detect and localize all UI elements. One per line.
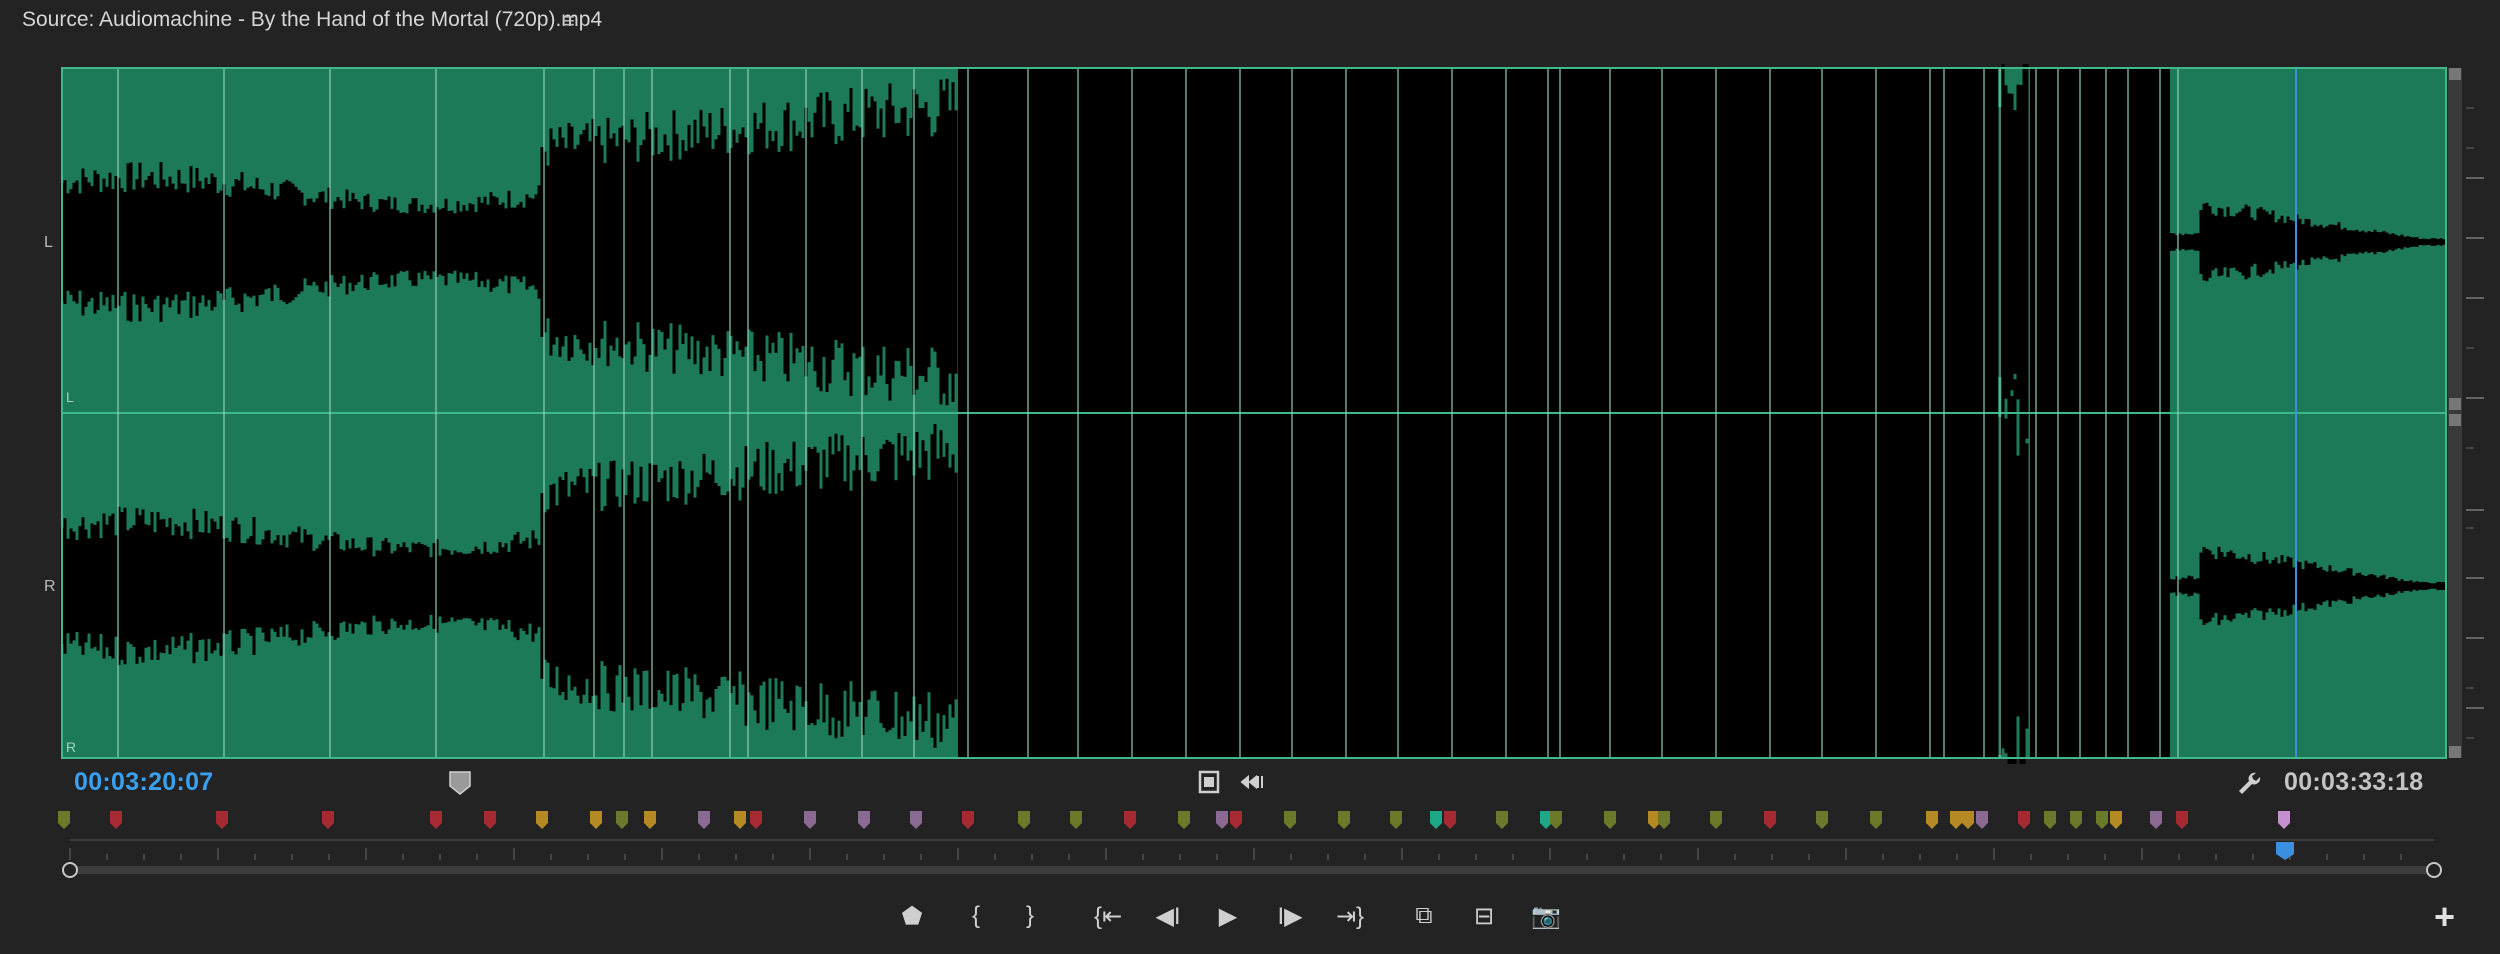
marker <box>698 811 710 829</box>
marker <box>2044 811 2056 829</box>
zoom-scrollbar-track <box>70 866 2434 874</box>
marker <box>1962 811 1974 829</box>
marker <box>2018 811 2030 829</box>
step-forward-button[interactable]: I▶ <box>1268 894 1312 938</box>
marker <box>910 811 922 829</box>
mark-in-button[interactable]: { <box>954 894 998 938</box>
marker <box>1430 811 1442 829</box>
marker <box>2150 811 2162 829</box>
audio-waveform-display[interactable]: L R LR <box>0 64 2500 764</box>
marker <box>616 811 628 829</box>
marker <box>2070 811 2082 829</box>
marker <box>2110 811 2122 829</box>
scrollbar-mid-handle-upper[interactable] <box>2449 398 2461 410</box>
overwrite-button[interactable]: ⊟ <box>1462 894 1506 938</box>
marker <box>1926 811 1938 829</box>
left-inner-label: L <box>66 389 74 405</box>
marker <box>750 811 762 829</box>
marker <box>1816 811 1828 829</box>
marker <box>1070 811 1082 829</box>
marker <box>2176 811 2188 829</box>
go-to-in-button[interactable]: {⇤ <box>1086 894 1130 938</box>
marker <box>1216 811 1228 829</box>
panel-header: Source: Audiomachine - By the Hand of th… <box>0 0 2500 44</box>
marker <box>322 811 334 829</box>
waveform-canvas[interactable]: LR <box>0 64 2500 764</box>
scrollbar-mid-handle-lower[interactable] <box>2449 414 2461 426</box>
marker <box>536 811 548 829</box>
marker <box>1018 811 1030 829</box>
marker <box>804 811 816 829</box>
current-timecode[interactable]: 00:03:20:07 <box>74 768 214 797</box>
marker <box>1870 811 1882 829</box>
drag-video-only-icon[interactable] <box>1198 770 1220 794</box>
add-marker-button[interactable]: ⬟ <box>890 894 934 938</box>
playhead-marker <box>2276 842 2294 860</box>
marker <box>590 811 602 829</box>
marker <box>1338 811 1350 829</box>
marker <box>644 811 656 829</box>
marker-strip[interactable] <box>0 805 2500 833</box>
scrollbar-bottom-handle[interactable] <box>2449 746 2461 758</box>
drag-audio-only-icon[interactable] <box>1240 774 1268 790</box>
marker <box>1658 811 1670 829</box>
duration-timecode: 00:03:33:18 <box>2284 768 2424 796</box>
marker <box>1444 811 1456 829</box>
marker <box>58 811 70 829</box>
wrench-icon[interactable] <box>2236 770 2262 796</box>
insert-button[interactable]: ⧉ <box>1402 894 1446 938</box>
panel-title: Source: Audiomachine - By the Hand of th… <box>22 8 603 31</box>
timecode-row: 00:03:20:07 00:03:33:18 <box>0 764 2500 798</box>
playhead-handle-icon[interactable] <box>448 770 472 796</box>
marker <box>1230 811 1242 829</box>
plus-icon[interactable]: + <box>2434 896 2455 938</box>
amplitude-ruler <box>2466 107 2484 739</box>
marker <box>1976 811 1988 829</box>
marker <box>1604 811 1616 829</box>
scrollbar-top-handle[interactable] <box>2449 68 2461 80</box>
mark-out-button[interactable]: } <box>1008 894 1052 938</box>
marker <box>1284 811 1296 829</box>
marker <box>430 811 442 829</box>
zoom-end-handle <box>2426 862 2442 878</box>
marker <box>858 811 870 829</box>
play-button[interactable]: ▶ <box>1206 894 1250 938</box>
marker <box>1178 811 1190 829</box>
go-to-out-button[interactable]: ⇥} <box>1328 894 1372 938</box>
time-ruler-scrubber[interactable] <box>0 838 2500 886</box>
step-back-button[interactable]: ◀I <box>1146 894 1190 938</box>
marker <box>1710 811 1722 829</box>
marker <box>1950 811 1962 829</box>
marker <box>1550 811 1562 829</box>
vertical-zoom-scrollbar[interactable] <box>2448 68 2462 758</box>
hamburger-menu-icon[interactable]: ≡ <box>562 8 575 34</box>
marker <box>1764 811 1776 829</box>
marker <box>484 811 496 829</box>
marker <box>110 811 122 829</box>
marker <box>962 811 974 829</box>
zoom-start-handle <box>62 862 78 878</box>
marker <box>1124 811 1136 829</box>
export-frame-button[interactable]: 📷 <box>1524 894 1568 938</box>
marker <box>1496 811 1508 829</box>
marker <box>734 811 746 829</box>
transport-controls: ⬟ {} {⇤ ◀I ▶ I▶ ⇥} ⧉ ⊟ 📷 <box>0 894 2500 940</box>
marker <box>2278 811 2290 829</box>
marker <box>216 811 228 829</box>
marker <box>2096 811 2108 829</box>
right-inner-label: R <box>66 739 76 755</box>
marker <box>1390 811 1402 829</box>
